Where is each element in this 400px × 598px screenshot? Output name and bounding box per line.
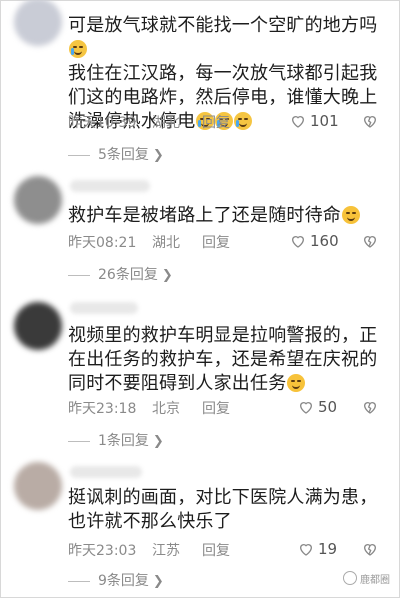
- divider-line: [68, 154, 90, 156]
- like-count: 19: [318, 540, 338, 558]
- crying-emoji-icon: [69, 40, 87, 58]
- avatar[interactable]: [14, 302, 62, 350]
- comment-time: 昨天08:21: [68, 235, 137, 251]
- heart-icon[interactable]: [290, 233, 306, 249]
- comment-item: 可是放气球就不能找一个空旷的地方吗 我住在江汉路，每一次放气球都引起我们这的电路…: [0, 0, 400, 165]
- comment-time: 昨天10:39: [68, 115, 137, 131]
- comment-location: 湖北: [152, 235, 180, 251]
- watermark-logo-icon: [343, 571, 357, 585]
- chevron-right-icon: ❯: [161, 268, 173, 283]
- chevron-right-icon: ❯: [152, 574, 164, 589]
- chevron-right-icon: ❯: [152, 434, 164, 449]
- view-replies-button[interactable]: 1条回复 ❯: [68, 430, 164, 450]
- heart-icon[interactable]: [290, 113, 306, 129]
- username-blurred: [70, 466, 142, 478]
- comment-meta: 昨天23:18 北京 回复 50: [68, 398, 388, 418]
- avatar[interactable]: [14, 0, 62, 46]
- username-blurred: [70, 180, 150, 192]
- comment-text-line: 挺讽刺的画面，对比下医院人满为患，也许就不那么快乐了: [68, 487, 378, 532]
- rofl-emoji-icon: [287, 374, 306, 392]
- divider-line: [68, 440, 90, 442]
- comment-meta: 昨天10:39 湖北 回复 101: [68, 112, 388, 132]
- replies-count: 26条回复: [98, 267, 158, 283]
- comment-text-line: 视频里的救护车明显是拉响警报的，正在出任务的救护车，还是希望在庆祝的同时不要阻碍…: [68, 325, 378, 394]
- comment-text: 救护车是被堵路上了还是随时待命: [68, 204, 384, 228]
- comment-location: 江苏: [152, 543, 180, 559]
- comment-location: 湖北: [152, 115, 180, 131]
- reply-button[interactable]: 回复: [202, 398, 230, 418]
- watermark-text: 鹿都圈: [360, 575, 390, 586]
- comment-location: 北京: [152, 401, 180, 417]
- reply-button[interactable]: 回复: [202, 112, 230, 132]
- heart-icon[interactable]: [298, 399, 314, 415]
- broken-heart-icon[interactable]: [362, 399, 378, 415]
- replies-count: 5条回复: [98, 147, 149, 163]
- comment-time: 昨天23:18: [68, 401, 137, 417]
- comment-text-line: 可是放气球就不能找一个空旷的地方吗: [68, 15, 378, 36]
- view-replies-button[interactable]: 9条回复 ❯: [68, 570, 164, 590]
- comment-meta: 昨天23:03 江苏 回复 19: [68, 540, 388, 560]
- avatar[interactable]: [14, 462, 62, 510]
- comment-meta: 昨天08:21 湖北 回复 160: [68, 232, 388, 252]
- broken-heart-icon[interactable]: [362, 233, 378, 249]
- view-replies-button[interactable]: 5条回复 ❯: [68, 144, 164, 164]
- broken-heart-icon[interactable]: [362, 541, 378, 557]
- view-replies-button[interactable]: 26条回复 ❯: [68, 264, 173, 284]
- reply-button[interactable]: 回复: [202, 540, 230, 560]
- like-count: 50: [318, 398, 338, 416]
- like-count: 160: [310, 232, 339, 250]
- comment-text-line: 救护车是被堵路上了还是随时待命: [68, 205, 341, 226]
- divider-line: [68, 274, 90, 276]
- username-blurred: [70, 302, 138, 314]
- reply-button[interactable]: 回复: [202, 232, 230, 252]
- like-count: 101: [310, 112, 339, 130]
- comment-item: 视频里的救护车明显是拉响警报的，正在出任务的救护车，还是希望在庆祝的同时不要阻碍…: [0, 288, 400, 458]
- chevron-right-icon: ❯: [152, 148, 164, 163]
- comment-item: 救护车是被堵路上了还是随时待命 昨天08:21 湖北 回复 160 26条回复 ❯: [0, 168, 400, 288]
- replies-count: 9条回复: [98, 573, 149, 589]
- comment-text: 挺讽刺的画面，对比下医院人满为患，也许就不那么快乐了: [68, 486, 384, 534]
- heart-icon[interactable]: [298, 541, 314, 557]
- comment-time: 昨天23:03: [68, 543, 137, 559]
- broken-heart-icon[interactable]: [362, 113, 378, 129]
- laughing-emoji-icon: [342, 206, 360, 224]
- watermark: 鹿都圈: [343, 571, 390, 586]
- comment-text: 视频里的救护车明显是拉响警报的，正在出任务的救护车，还是希望在庆祝的同时不要阻碍…: [68, 324, 384, 396]
- divider-line: [68, 580, 90, 582]
- avatar[interactable]: [14, 176, 62, 224]
- comment-item: 挺讽刺的画面，对比下医院人满为患，也许就不那么快乐了 昨天23:03 江苏 回复…: [0, 456, 400, 598]
- replies-count: 1条回复: [98, 433, 149, 449]
